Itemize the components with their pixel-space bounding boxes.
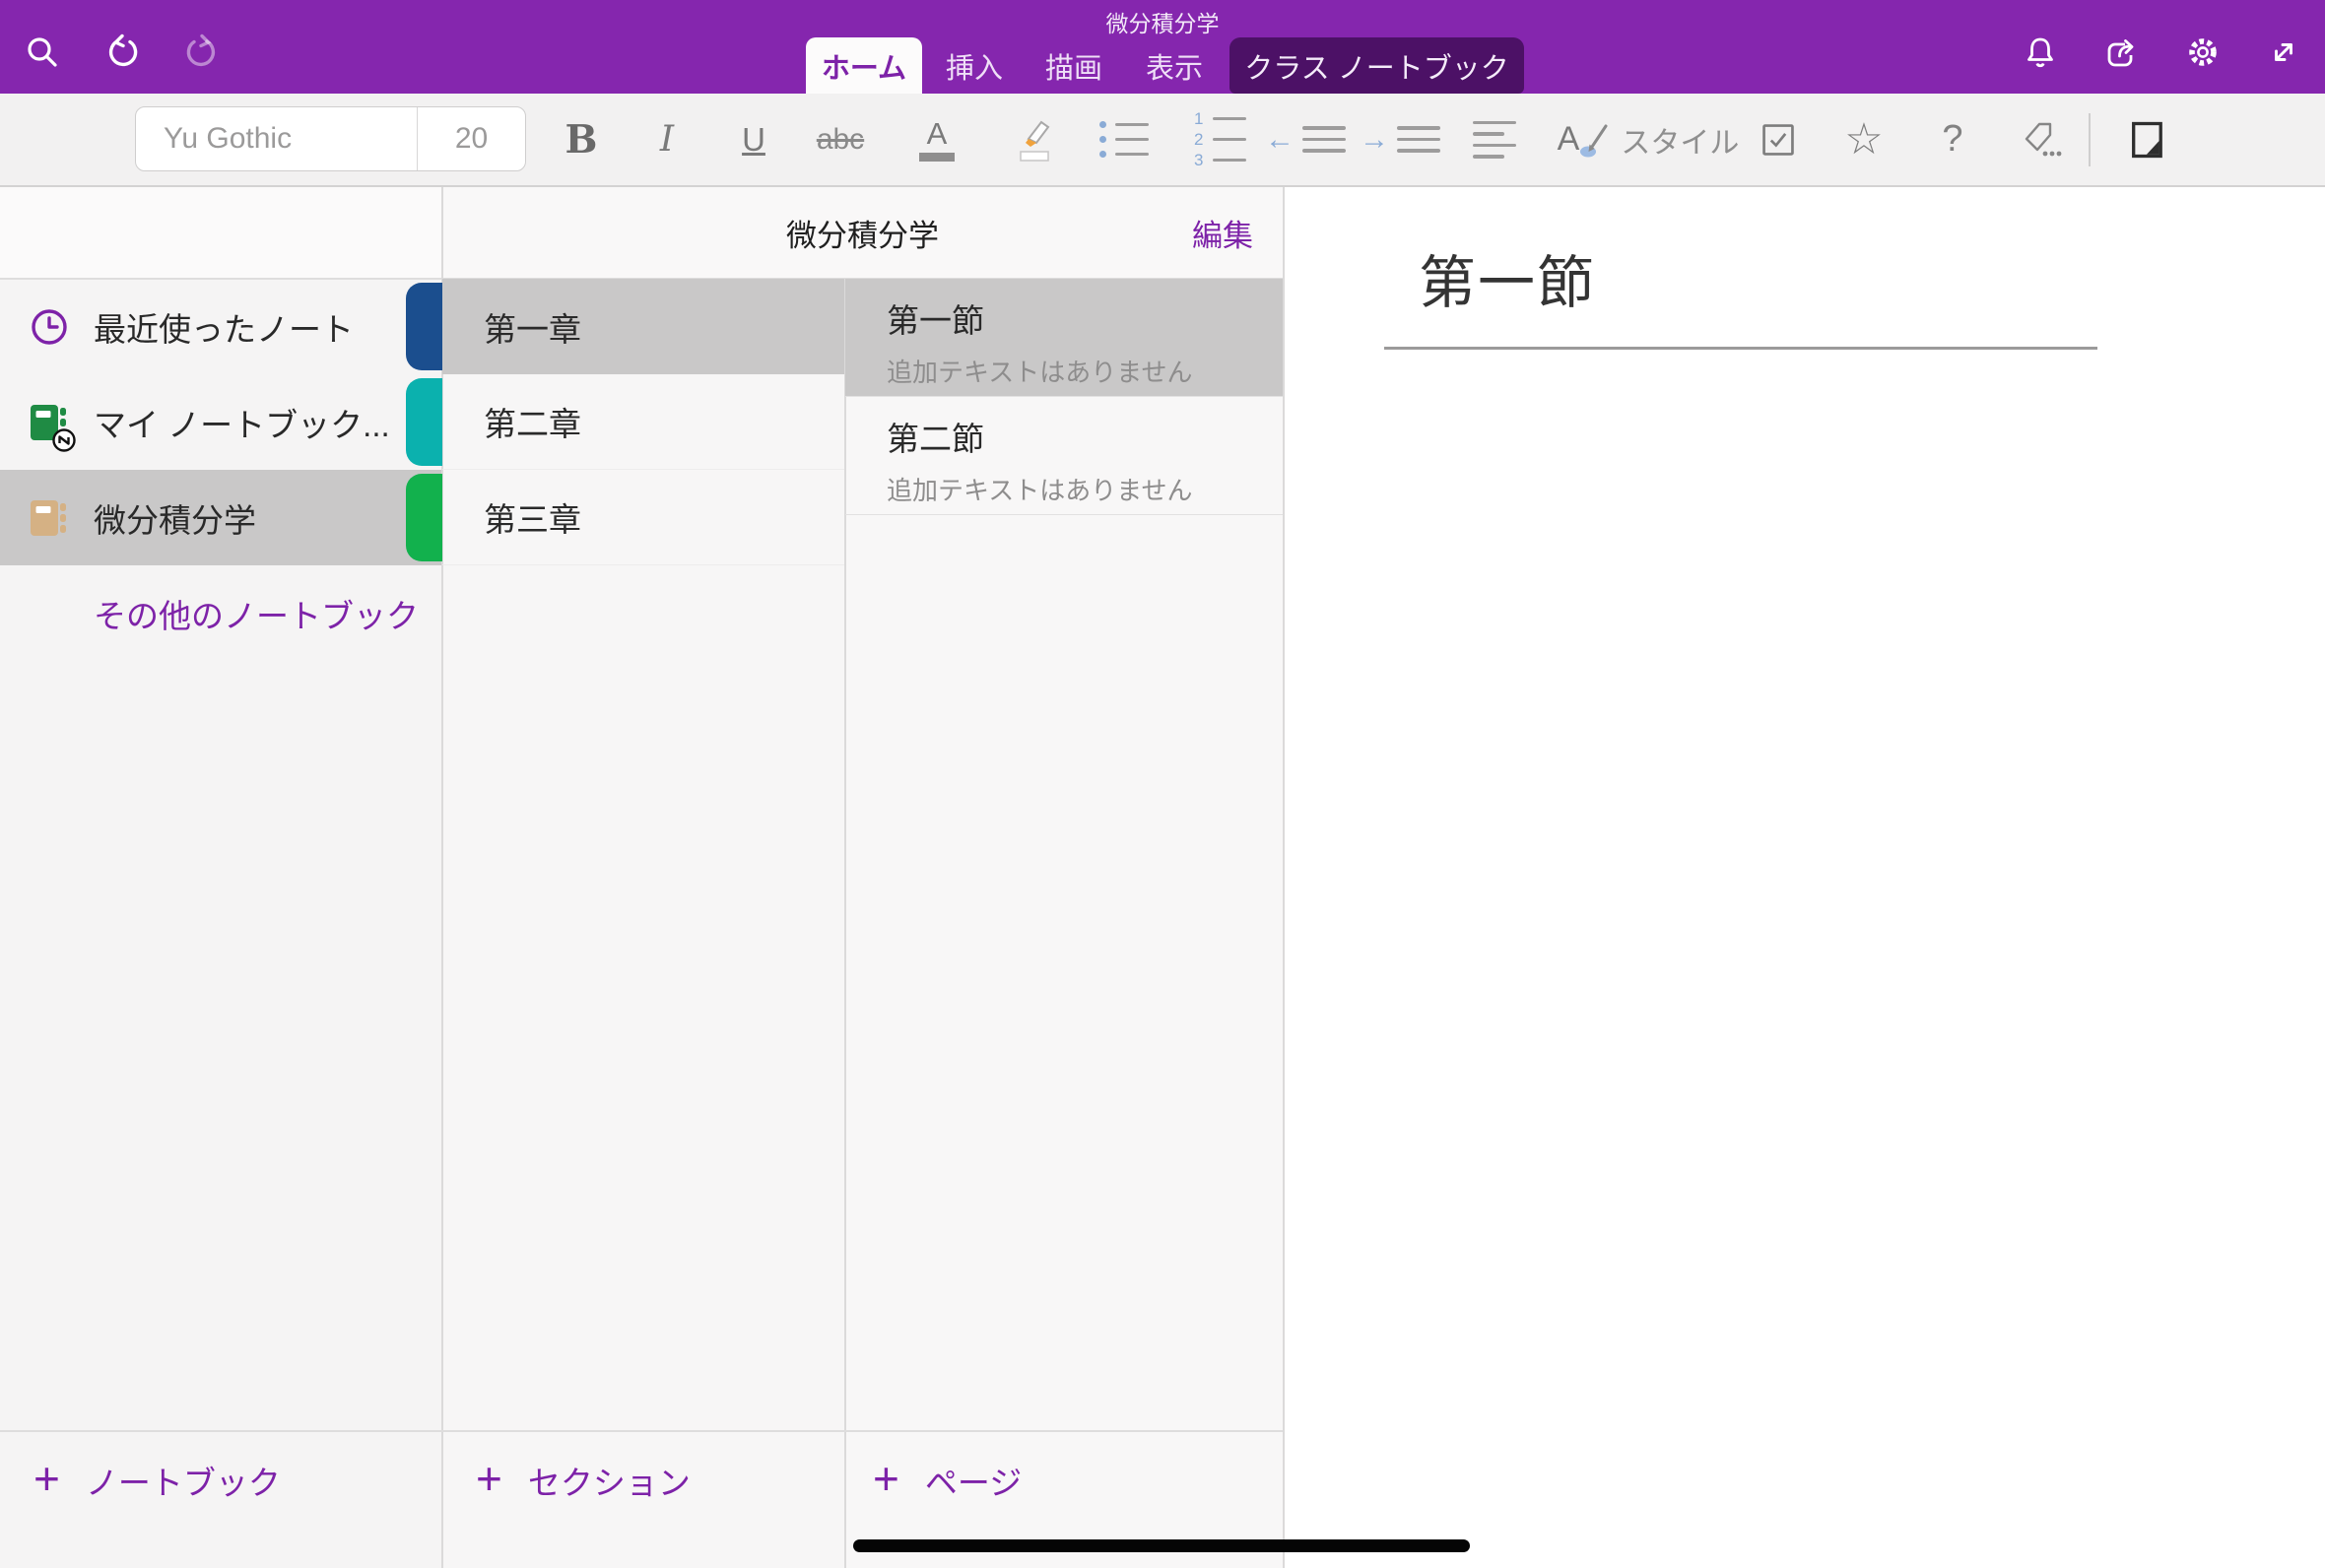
full-page-view-button[interactable] bbox=[2116, 94, 2179, 185]
section-color-tab-3[interactable] bbox=[406, 474, 442, 561]
notebook-panel-header: 微分積分学 編集 bbox=[442, 187, 1283, 279]
notebook-icon-tan bbox=[28, 496, 71, 540]
page-row-1[interactable]: 第一節 追加テキストはありません bbox=[845, 279, 1283, 397]
italic-button[interactable]: I bbox=[637, 94, 697, 185]
undo-icon[interactable] bbox=[101, 32, 143, 73]
bottom-bar-divider bbox=[0, 1430, 1283, 1432]
sidebar-item-other-notebooks[interactable]: その他のノートブック bbox=[0, 565, 441, 661]
share-icon[interactable] bbox=[2101, 32, 2143, 73]
fullscreen-expand-icon[interactable] bbox=[2263, 32, 2304, 73]
section-color-tab-1[interactable] bbox=[406, 283, 442, 370]
settings-gear-icon[interactable] bbox=[2182, 32, 2224, 73]
sync-badge-icon bbox=[51, 427, 77, 453]
page-title-underline bbox=[1384, 347, 2097, 350]
page-view-icon bbox=[2126, 118, 2169, 162]
todo-checkbox-button[interactable] bbox=[1749, 94, 1808, 185]
tab-insert[interactable]: 挿入 bbox=[940, 37, 1009, 94]
section-row-3[interactable]: 第三章 bbox=[442, 470, 844, 565]
section-color-tab-2[interactable] bbox=[406, 378, 442, 466]
top-bar: 微分積分学 ホーム 挿入 描画 表示 クラス ノートブック bbox=[0, 0, 2325, 94]
edit-button[interactable]: 編集 bbox=[1192, 187, 1253, 279]
numbered-list-button[interactable]: 1 2 3 bbox=[1182, 94, 1255, 185]
redo-icon[interactable] bbox=[181, 32, 223, 73]
plus-icon: + bbox=[33, 1456, 60, 1501]
bold-button[interactable]: B bbox=[552, 94, 611, 185]
sidebar-item-calculus-notebook[interactable]: 微分積分学 bbox=[0, 470, 441, 565]
section-row-1[interactable]: 第一章 bbox=[442, 279, 844, 374]
tab-class-notebook[interactable]: クラス ノートブック bbox=[1229, 37, 1524, 94]
notebook-panel-title: 微分積分学 bbox=[442, 187, 1283, 279]
plus-icon: + bbox=[476, 1456, 502, 1501]
alignment-button[interactable] bbox=[1460, 94, 1529, 185]
section-row-2[interactable]: 第二章 bbox=[442, 374, 844, 470]
page-title-text[interactable]: 第一節 bbox=[1419, 236, 1596, 319]
toolbar-separator bbox=[2089, 113, 2091, 166]
checkbox-icon bbox=[1759, 120, 1798, 160]
tab-view[interactable]: 表示 bbox=[1140, 37, 1209, 94]
add-section-button[interactable]: + セクション bbox=[476, 1446, 691, 1515]
pages-canvas-divider bbox=[1283, 187, 1285, 1568]
tab-draw[interactable]: 描画 bbox=[1039, 37, 1108, 94]
sidebar-item-recent-notes[interactable]: 最近使ったノート bbox=[0, 279, 441, 374]
tag-button[interactable] bbox=[2010, 94, 2073, 185]
notifications-bell-icon[interactable] bbox=[2020, 32, 2061, 73]
star-tag-button[interactable]: ☆ bbox=[1834, 94, 1893, 185]
sidebar-item-my-notebooks[interactable]: マイ ノートブック... bbox=[0, 374, 441, 470]
add-page-button[interactable]: + ページ bbox=[873, 1446, 1022, 1515]
outdent-button[interactable]: ← bbox=[1264, 94, 1347, 185]
onenote-app-window: 微分積分学 ホーム 挿入 描画 表示 クラス ノートブック Yu Goth bbox=[0, 0, 2325, 1568]
tab-home[interactable]: ホーム bbox=[806, 37, 922, 94]
indent-button[interactable]: → bbox=[1359, 94, 1441, 185]
clock-icon bbox=[28, 305, 71, 349]
plus-icon: + bbox=[873, 1456, 899, 1501]
font-name-value[interactable]: Yu Gothic bbox=[136, 107, 417, 170]
sidebar-header-spacer bbox=[0, 187, 441, 279]
question-tag-button[interactable]: ? bbox=[1923, 94, 1982, 185]
home-indicator[interactable] bbox=[853, 1539, 1470, 1552]
styles-label: スタイル bbox=[1621, 118, 1739, 162]
bullet-list-button[interactable] bbox=[1090, 94, 1159, 185]
styles-button[interactable]: A スタイル bbox=[1544, 94, 1753, 185]
add-notebook-button[interactable]: + ノートブック bbox=[33, 1446, 281, 1515]
strikethrough-button[interactable]: abc bbox=[798, 94, 883, 185]
tag-icon bbox=[2019, 117, 2064, 163]
styles-icon: A bbox=[1558, 120, 1610, 159]
main-area: 微分積分学 編集 第一節 最近使ったノート bbox=[0, 187, 2325, 1568]
highlighter-icon bbox=[1011, 115, 1058, 164]
font-picker[interactable]: Yu Gothic 20 bbox=[135, 106, 526, 171]
page-row-2[interactable]: 第二節 追加テキストはありません bbox=[845, 397, 1283, 515]
font-size-value[interactable]: 20 bbox=[417, 107, 525, 170]
page-canvas[interactable]: 第一節 bbox=[1284, 187, 2325, 1568]
formatting-toolbar: Yu Gothic 20 B I U abc A 1 bbox=[0, 94, 2325, 187]
underline-button[interactable]: U bbox=[724, 94, 783, 185]
document-title: 微分積分学 bbox=[0, 5, 2325, 38]
search-icon[interactable] bbox=[22, 32, 63, 73]
font-color-button[interactable]: A bbox=[907, 94, 966, 185]
highlighter-button[interactable] bbox=[1000, 94, 1069, 185]
